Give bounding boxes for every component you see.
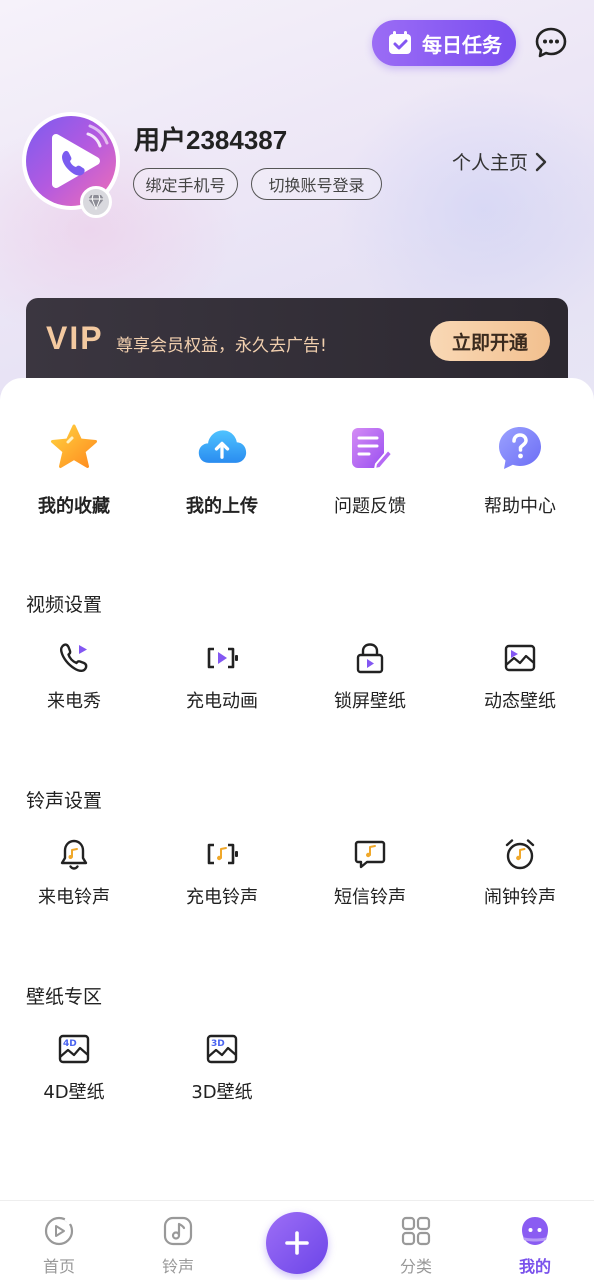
live-wallpaper-item[interactable]: 动态壁纸	[460, 641, 580, 713]
phone-play-icon	[59, 643, 88, 673]
switch-account-button[interactable]: 切换账号登录	[251, 168, 382, 200]
feedback-button[interactable]: 问题反馈	[310, 422, 430, 518]
feedback-icon	[352, 428, 393, 470]
profile-icon	[522, 1217, 548, 1245]
my-favorites-button[interactable]: 我的收藏	[14, 422, 134, 518]
tab-mine[interactable]: 我的	[495, 1215, 575, 1277]
my-favorites-label: 我的收藏	[38, 496, 110, 517]
ringtone-settings-title: 铃声设置	[26, 790, 103, 812]
3d-wallpaper-item[interactable]: 3D 3D壁纸	[162, 1032, 282, 1104]
personal-homepage-link[interactable]: 个人主页	[452, 148, 548, 175]
help-center-label: 帮助中心	[484, 496, 556, 517]
vip-logo: VIP	[46, 320, 104, 356]
charging-ringtone-label: 充电铃声	[186, 887, 258, 908]
sms-music-icon	[354, 840, 386, 869]
charging-animation-item[interactable]: 充电动画	[162, 641, 282, 713]
alarm-ringtone-item[interactable]: 闹钟铃声	[460, 837, 580, 909]
live-wallpaper-icon	[504, 644, 536, 672]
sms-ringtone-item[interactable]: 短信铃声	[310, 837, 430, 909]
chat-bubble-icon[interactable]	[534, 26, 568, 60]
charging-video-icon	[207, 647, 238, 669]
wallpaper-zone-title: 壁纸专区	[26, 986, 103, 1008]
4d-wallpaper-icon: 4D	[58, 1034, 90, 1064]
daily-task-label: 每日任务	[422, 32, 502, 57]
star-icon	[51, 424, 97, 468]
feedback-label: 问题反馈	[334, 496, 406, 517]
my-uploads-label: 我的上传	[186, 496, 258, 517]
help-center-button[interactable]: 帮助中心	[460, 422, 580, 518]
my-uploads-button[interactable]: 我的上传	[162, 422, 282, 518]
bind-phone-button[interactable]: 绑定手机号	[133, 168, 238, 200]
create-plus-button[interactable]	[266, 1212, 328, 1274]
tab-category-label: 分类	[399, 1257, 432, 1276]
charging-ringtone-item[interactable]: 充电铃声	[162, 837, 282, 909]
diamond-badge-icon	[80, 186, 112, 218]
tab-mine-label: 我的	[518, 1257, 551, 1276]
calendar-check-icon	[389, 31, 411, 54]
lockscreen-wallpaper-item[interactable]: 锁屏壁纸	[310, 641, 430, 713]
plus-icon	[285, 1231, 309, 1255]
call-ringtone-item[interactable]: 来电铃声	[14, 837, 134, 909]
tab-ringtone[interactable]: 铃声	[138, 1215, 218, 1277]
tab-ringtone-label: 铃声	[161, 1257, 194, 1276]
sms-ringtone-label: 短信铃声	[334, 887, 406, 908]
lockscreen-wallpaper-label: 锁屏壁纸	[334, 691, 406, 712]
4d-wallpaper-label: 4D壁纸	[43, 1082, 105, 1103]
cloud-upload-icon	[198, 430, 247, 463]
music-note-icon	[163, 1216, 193, 1246]
4d-wallpaper-item[interactable]: 4D 4D壁纸	[14, 1032, 134, 1104]
svg-text:3D: 3D	[211, 1039, 225, 1049]
caller-show-item[interactable]: 来电秀	[14, 641, 134, 713]
call-ringtone-label: 来电铃声	[38, 887, 110, 908]
charging-music-icon	[207, 843, 238, 865]
3d-wallpaper-icon: 3D	[206, 1034, 238, 1064]
homepage-label: 个人主页	[452, 152, 529, 174]
username: 用户2384387	[134, 125, 288, 155]
vip-open-button[interactable]: 立即开通	[430, 321, 550, 361]
charging-animation-label: 充电动画	[186, 691, 258, 712]
alarm-icon	[505, 839, 535, 870]
chevron-right-icon	[535, 152, 547, 171]
grid-icon	[401, 1216, 431, 1246]
caller-show-label: 来电秀	[47, 691, 101, 712]
help-icon	[499, 427, 541, 469]
home-play-icon	[44, 1216, 74, 1246]
svg-text:4D: 4D	[63, 1039, 77, 1049]
bell-icon	[60, 839, 88, 870]
alarm-ringtone-label: 闹钟铃声	[484, 887, 556, 908]
3d-wallpaper-label: 3D壁纸	[191, 1082, 253, 1103]
video-settings-title: 视频设置	[26, 594, 103, 616]
vip-slogan: 尊享会员权益，永久去广告!	[116, 336, 327, 356]
daily-task-button[interactable]: 每日任务	[372, 20, 516, 66]
tab-category[interactable]: 分类	[376, 1215, 456, 1277]
live-wallpaper-label: 动态壁纸	[484, 691, 556, 712]
lock-play-icon	[356, 643, 384, 674]
tab-home-label: 首页	[42, 1257, 75, 1276]
tab-home[interactable]: 首页	[19, 1215, 99, 1277]
